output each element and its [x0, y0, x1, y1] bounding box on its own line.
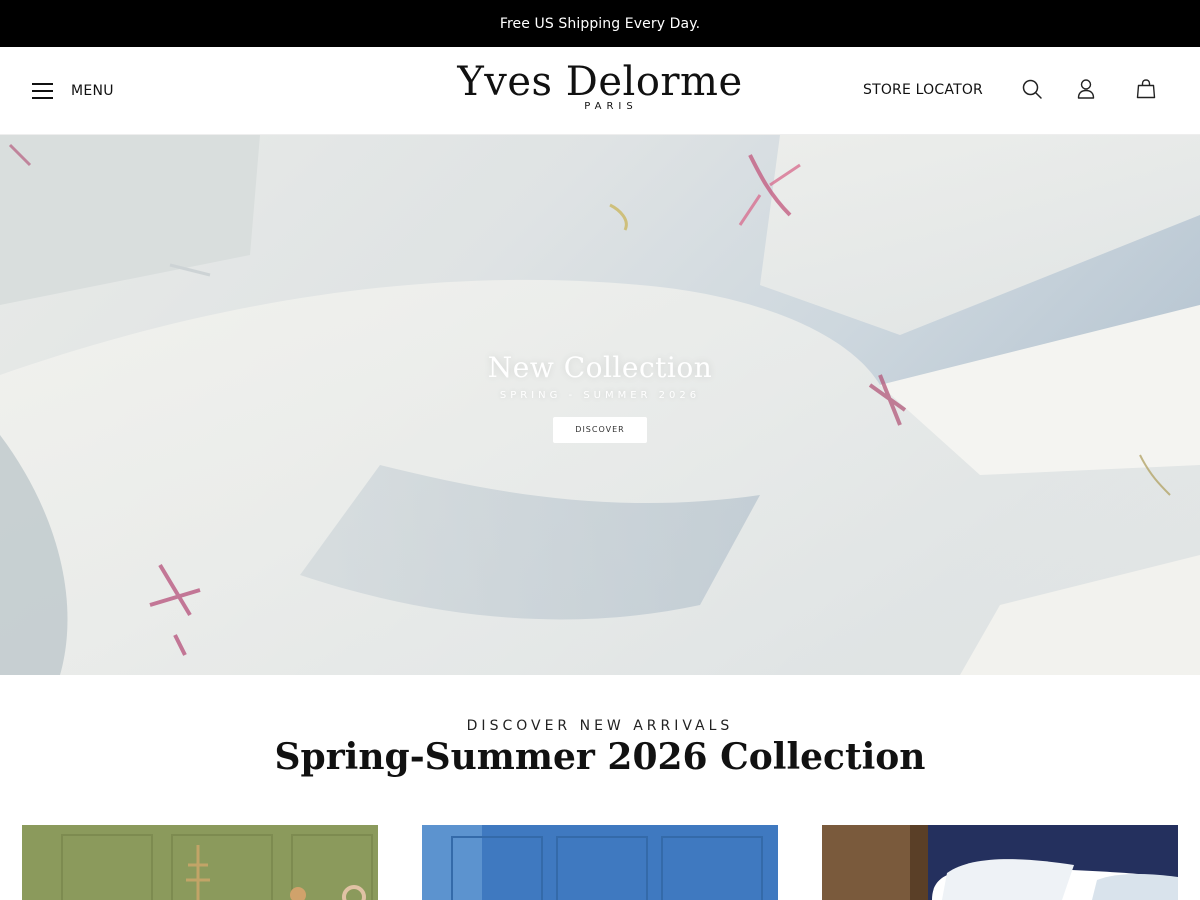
- shopping-bag-icon[interactable]: [1135, 78, 1157, 100]
- hero-title: New Collection: [487, 351, 713, 384]
- hero-banner[interactable]: New Collection SPRING - SUMMER 2026 DISC…: [0, 135, 1200, 675]
- site-header: MENU Yves Delorme PARIS STORE LOCATOR: [0, 47, 1200, 135]
- tile-image-blue: [422, 825, 778, 900]
- tile-image-green: [22, 825, 378, 900]
- logo-wordmark: Yves Delorme: [457, 59, 743, 105]
- arrivals-title: Spring-Summer 2026 Collection: [274, 736, 926, 778]
- arrivals-eyebrow: DISCOVER NEW ARRIVALS: [466, 718, 734, 734]
- collection-tile-green[interactable]: [22, 825, 378, 900]
- collection-tile-blue[interactable]: [422, 825, 778, 900]
- discover-button[interactable]: DISCOVER: [553, 417, 647, 443]
- search-icon[interactable]: [1021, 78, 1043, 100]
- logo-city: PARIS: [584, 101, 638, 112]
- announcement-bar: Free US Shipping Every Day.: [0, 0, 1200, 47]
- collection-tile-navy[interactable]: [822, 825, 1178, 900]
- announcement-text: Free US Shipping Every Day.: [499, 15, 701, 32]
- account-icon[interactable]: [1075, 78, 1097, 100]
- store-locator-link[interactable]: STORE LOCATOR: [863, 82, 983, 98]
- hero-subtitle: SPRING - SUMMER 2026: [499, 390, 701, 401]
- hero-content: New Collection SPRING - SUMMER 2026 DISC…: [0, 351, 1200, 443]
- tile-image-navy: [822, 825, 1178, 900]
- brand-logo[interactable]: Yves Delorme PARIS: [0, 59, 1200, 112]
